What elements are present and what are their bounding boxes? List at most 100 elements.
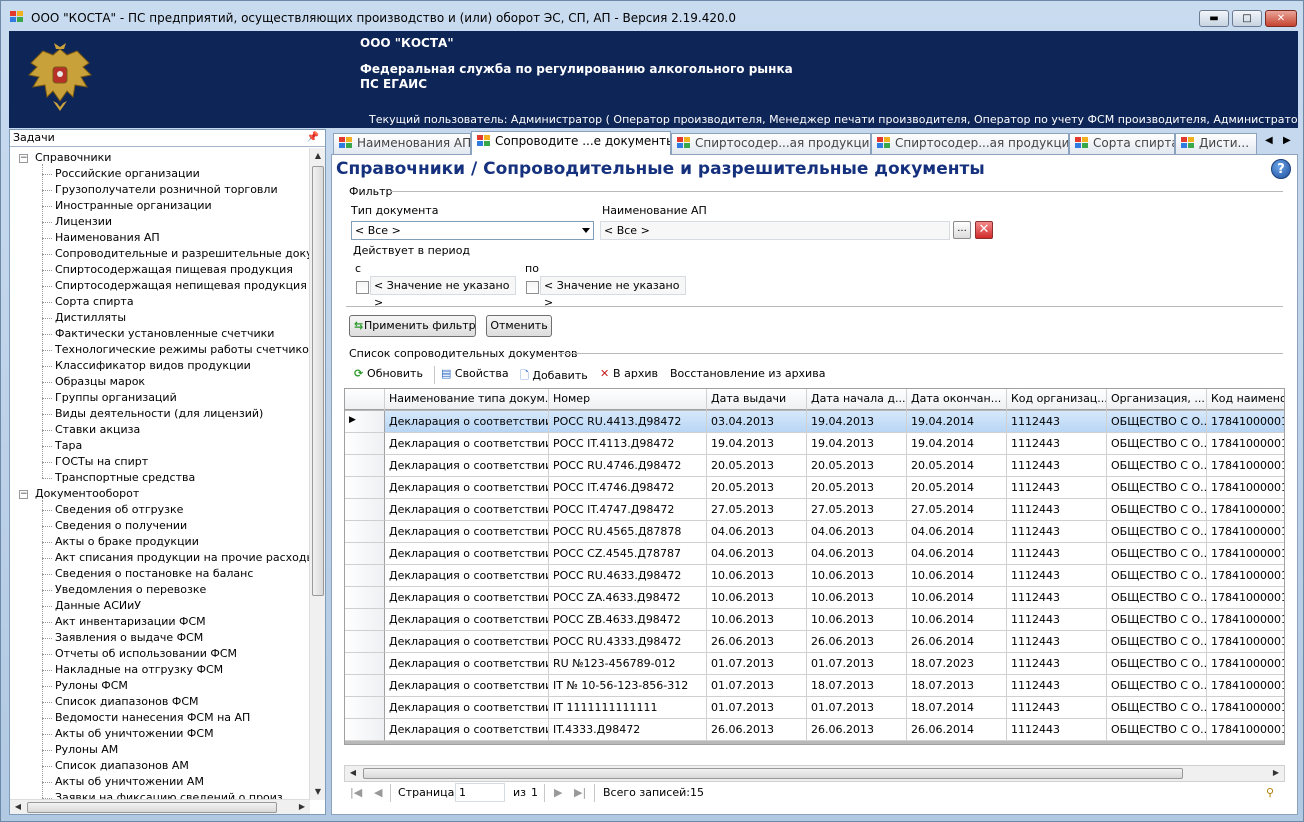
table-cell[interactable]: 18.07.2013	[907, 675, 1007, 697]
table-cell[interactable]: IT № 10-56-123-856-312	[549, 675, 707, 697]
table-cell[interactable]: ОБЩЕСТВО С О...	[1107, 653, 1207, 675]
table-cell[interactable]: 26.06.2013	[707, 631, 807, 653]
next-page-icon[interactable]: ▶	[554, 786, 562, 799]
sidebar-item[interactable]: Уведомления о перевозке	[10, 582, 206, 598]
table-cell[interactable]: ОБЩЕСТВО С О...	[1107, 521, 1207, 543]
table-cell[interactable]: 01.07.2013	[807, 697, 907, 719]
filter-settings-icon[interactable]: ⚲	[1266, 786, 1274, 799]
scroll-right-icon[interactable]: ▶	[294, 799, 310, 815]
scroll-up-icon[interactable]: ▲	[310, 148, 326, 164]
close-button[interactable]: ✕	[1265, 10, 1297, 27]
table-cell[interactable]: 10.06.2014	[907, 565, 1007, 587]
table-cell[interactable]: 26.06.2014	[907, 719, 1007, 741]
scroll-down-icon[interactable]: ▼	[310, 784, 326, 800]
table-cell[interactable]: 20.05.2014	[907, 455, 1007, 477]
collapse-icon[interactable]: −	[19, 490, 28, 499]
table-cell[interactable]: 19.04.2013	[807, 411, 907, 433]
table-cell[interactable]: 10.06.2013	[707, 565, 807, 587]
table-cell[interactable]: 01.07.2013	[807, 653, 907, 675]
table-cell[interactable]: IT.4333.Д98472	[549, 719, 707, 741]
table-row[interactable]: Декларация о соответствии РОСС IT.4746.Д9…	[345, 477, 1284, 499]
table-cell[interactable]: 1784100000123	[1207, 587, 1284, 609]
sidebar-item[interactable]: Иностранные организации	[10, 198, 212, 214]
row-selector[interactable]	[345, 565, 385, 587]
from-date-field[interactable]: < Значение не указано >	[370, 276, 516, 309]
sidebar-item[interactable]: Акты об уничтожении АМ	[10, 774, 204, 790]
column-header[interactable]: Номер	[549, 389, 707, 410]
sidebar-item[interactable]: Группы организаций	[10, 390, 177, 406]
tab-spirit-grades[interactable]: Сорта спирта	[1069, 133, 1175, 154]
table-cell[interactable]: 04.06.2014	[907, 521, 1007, 543]
table-cell[interactable]: 19.04.2014	[907, 411, 1007, 433]
column-header[interactable]: Наименование типа докум...	[385, 389, 549, 410]
sidebar-item[interactable]: Наименования АП	[10, 230, 160, 246]
sidebar-item[interactable]: Акты о браке продукции	[10, 534, 199, 550]
table-cell[interactable]: 04.06.2013	[807, 543, 907, 565]
table-cell[interactable]: 1784100000122	[1207, 521, 1284, 543]
table-cell[interactable]: 01.07.2013	[707, 697, 807, 719]
table-cell[interactable]: 1112443	[1007, 455, 1107, 477]
table-cell[interactable]: ОБЩЕСТВО С О...	[1107, 477, 1207, 499]
table-cell[interactable]: 01.07.2013	[707, 653, 807, 675]
table-cell[interactable]: 1784100000123	[1207, 719, 1284, 741]
table-row[interactable]: Декларация о соответствии RU №123-456789-…	[345, 653, 1284, 675]
tab-scroll-left-icon[interactable]: ◀	[1265, 135, 1273, 146]
row-selector[interactable]	[345, 719, 385, 741]
pin-icon[interactable]: 📌	[307, 130, 319, 146]
sidebar-item[interactable]: Лицензии	[10, 214, 112, 230]
scroll-thumb[interactable]	[363, 768, 1183, 779]
table-cell[interactable]: 1112443	[1007, 411, 1107, 433]
table-cell[interactable]: Декларация о соответствии	[385, 543, 549, 565]
row-selector[interactable]	[345, 587, 385, 609]
table-row[interactable]: ▶ Декларация о соответствии РОСС RU.4413.Д…	[345, 411, 1284, 433]
sidebar-item[interactable]: Спиртосодержащая непищевая продукция	[10, 278, 307, 294]
table-cell[interactable]: 18.07.2023	[907, 653, 1007, 675]
table-cell[interactable]: РОСС ZA.4633.Д98472	[549, 587, 707, 609]
sidebar-item[interactable]: Дистилляты	[10, 310, 126, 326]
sidebar-item[interactable]: Спиртосодержащая пищевая продукция	[10, 262, 293, 278]
table-cell[interactable]: РОСС IT.4113.Д98472	[549, 433, 707, 455]
table-cell[interactable]: 1784100000122	[1207, 411, 1284, 433]
table-cell[interactable]: 1112443	[1007, 477, 1107, 499]
table-cell[interactable]: 19.04.2014	[907, 433, 1007, 455]
table-cell[interactable]: 04.06.2013	[707, 543, 807, 565]
tab-nonfood-spirits[interactable]: Спиртосодер...ая продукция	[871, 133, 1069, 154]
table-cell[interactable]: ОБЩЕСТВО С О...	[1107, 411, 1207, 433]
sidebar-item[interactable]: Сорта спирта	[10, 294, 134, 310]
table-cell[interactable]: 20.05.2013	[807, 477, 907, 499]
table-cell[interactable]: 1112443	[1007, 697, 1107, 719]
table-cell[interactable]: 1112443	[1007, 565, 1107, 587]
table-cell[interactable]: Декларация о соответствии	[385, 565, 549, 587]
table-cell[interactable]: 1112443	[1007, 631, 1107, 653]
table-cell[interactable]: 1784100000123	[1207, 609, 1284, 631]
table-cell[interactable]: 04.06.2014	[907, 543, 1007, 565]
table-cell[interactable]: 04.06.2013	[707, 521, 807, 543]
sidebar-item[interactable]: Акты об уничтожении ФСМ	[10, 726, 214, 742]
table-cell[interactable]: Декларация о соответствии	[385, 411, 549, 433]
tree-vertical-scrollbar[interactable]: ▲ ▼	[309, 148, 325, 800]
row-selector[interactable]	[345, 433, 385, 455]
scroll-thumb[interactable]	[27, 802, 277, 813]
scroll-left-icon[interactable]: ◀	[345, 765, 361, 781]
sidebar-item[interactable]: Ставки акциза	[10, 422, 140, 438]
table-row[interactable]: Декларация о соответствии РОСС RU.4565.Д8…	[345, 521, 1284, 543]
row-selector[interactable]	[345, 631, 385, 653]
help-icon[interactable]: ?	[1271, 159, 1291, 179]
table-cell[interactable]: 27.05.2013	[807, 499, 907, 521]
table-cell[interactable]: РОСС RU.4565.Д87878	[549, 521, 707, 543]
table-cell[interactable]: ОБЩЕСТВО С О...	[1107, 455, 1207, 477]
row-selector[interactable]	[345, 609, 385, 631]
tree-group-1[interactable]: − Документооборот	[10, 486, 139, 502]
table-cell[interactable]: 10.06.2013	[807, 565, 907, 587]
table-cell[interactable]: РОСС ZB.4633.Д98472	[549, 609, 707, 631]
row-selector[interactable]	[345, 499, 385, 521]
tab-accompanying-documents[interactable]: Сопроводите ...е документы	[471, 131, 671, 155]
tree-horizontal-scrollbar[interactable]: ◀ ▶	[10, 799, 310, 814]
table-cell[interactable]: Декларация о соответствии	[385, 521, 549, 543]
table-cell[interactable]: 20.05.2013	[707, 477, 807, 499]
sidebar-item[interactable]: Рулоны ФСМ	[10, 678, 128, 694]
table-cell[interactable]: ОБЩЕСТВО С О...	[1107, 499, 1207, 521]
table-cell[interactable]: Декларация о соответствии	[385, 697, 549, 719]
table-cell[interactable]: ОБЩЕСТВО С О...	[1107, 675, 1207, 697]
table-cell[interactable]: 1784100000123	[1207, 565, 1284, 587]
